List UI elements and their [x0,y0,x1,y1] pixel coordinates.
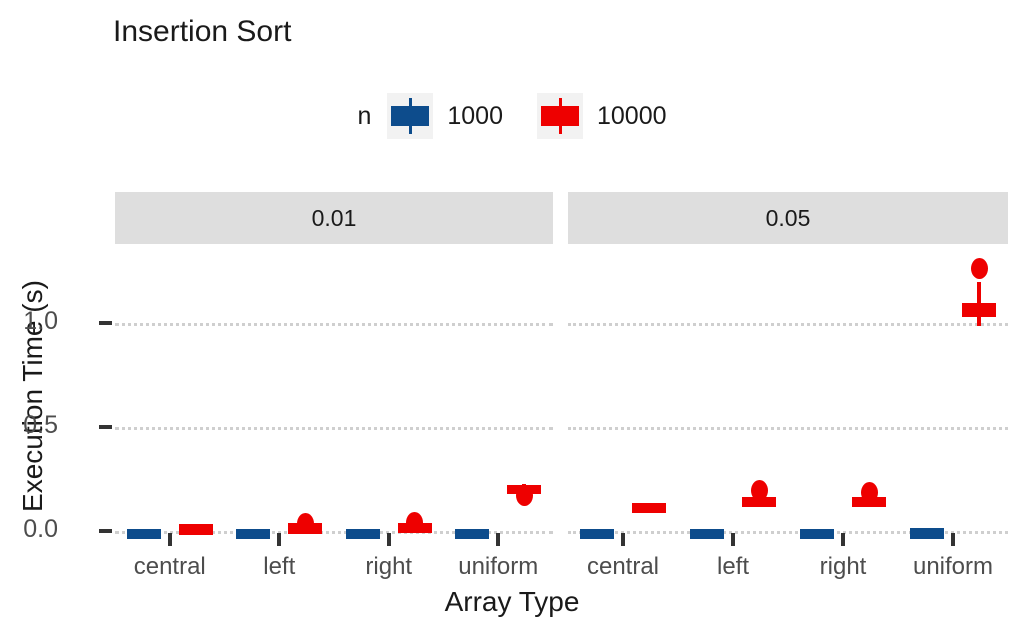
x-tick-mark [277,533,282,546]
outlier-point [296,513,314,535]
facet-strip-label: 0.05 [765,204,811,231]
x-tick-label-left: left [716,553,750,580]
x-tick-mark [496,533,501,546]
boxplot-1000-right[interactable] [800,246,834,540]
boxplot-10000-right[interactable] [852,246,886,532]
median-line [910,528,944,533]
median-line [580,528,614,533]
boxplot-10000-central[interactable] [632,246,666,532]
x-tick-mark [951,533,955,546]
outlier-point [860,482,878,504]
legend-item-10000[interactable]: 10000 [537,93,667,139]
median-line [690,528,724,533]
legend: n 1000 10000 [0,92,1024,140]
y-tick-mark [99,529,112,533]
legend-label-1000: 1000 [447,101,503,130]
median-line [345,528,380,533]
facet-strip-label: 0.01 [311,204,357,231]
median-line [455,528,490,533]
boxplot-1000-right[interactable] [345,246,380,540]
boxplot-1000-uniform[interactable] [910,246,944,539]
x-tick-label-right: right [819,553,867,580]
outlier-point [750,480,768,502]
y-tick-label: 0.0 [23,515,58,543]
median-line [632,503,666,507]
y-tick-mark [99,425,112,429]
boxplot-10000-left[interactable] [742,246,776,532]
legend-key-1000 [387,93,434,139]
facet-strip-0.01: 0.01 [115,192,553,244]
boxplot-10000-right[interactable] [397,246,432,534]
outlier-point [970,257,988,279]
median-line [800,528,834,533]
boxplot-1000-uniform[interactable] [455,246,490,540]
legend-label-10000: 10000 [597,101,667,130]
y-axis-title: Execution Time (s) [17,280,48,512]
legend-title: n [357,101,372,130]
boxplot-1000-central[interactable] [580,246,614,540]
x-tick-mark [167,533,172,546]
median-line [126,528,161,533]
boxplot-10000-left[interactable] [288,246,323,535]
boxplot-10000-central[interactable] [178,246,213,535]
legend-key-10000 [537,93,583,139]
y-tick-mark [99,321,112,325]
boxplot-1000-left[interactable] [236,246,271,540]
chart-title: Insertion Sort [113,15,292,48]
facet-strip-0.05: 0.05 [568,192,1008,244]
facet-panel-0.05 [568,246,1008,540]
chart-canvas: Insertion Sort n 1000 10000 Execution Ti… [0,0,1024,643]
median-line [962,308,996,313]
boxplot-10000-uniform[interactable] [962,246,996,532]
legend-key-box [541,106,579,126]
x-tick-mark [386,533,391,546]
x-tick-label-uniform: uniform [458,553,539,580]
legend-key-box [391,106,430,126]
y-tick-label: 0.5 [23,411,58,439]
median-line [236,528,271,533]
x-tick-label-uniform: uniform [912,553,994,580]
boxplot-1000-central[interactable] [126,246,161,540]
boxplot-1000-left[interactable] [690,246,724,540]
median-line [178,524,213,529]
x-tick-mark [841,533,845,546]
x-tick-mark [621,533,625,546]
outlier-point [515,484,533,506]
x-tick-label-right: right [365,553,413,580]
facet-panel-0.01 [115,246,553,540]
legend-item-1000[interactable]: 1000 [387,93,537,139]
x-tick-mark [731,533,735,546]
x-axis-title: Array Type [444,586,580,617]
boxplot-10000-uniform[interactable] [507,246,542,532]
x-tick-label-central: central [586,553,660,580]
x-tick-label-central: central [133,553,206,580]
y-tick-label: 1.0 [23,307,58,335]
x-tick-label-left: left [263,553,296,580]
